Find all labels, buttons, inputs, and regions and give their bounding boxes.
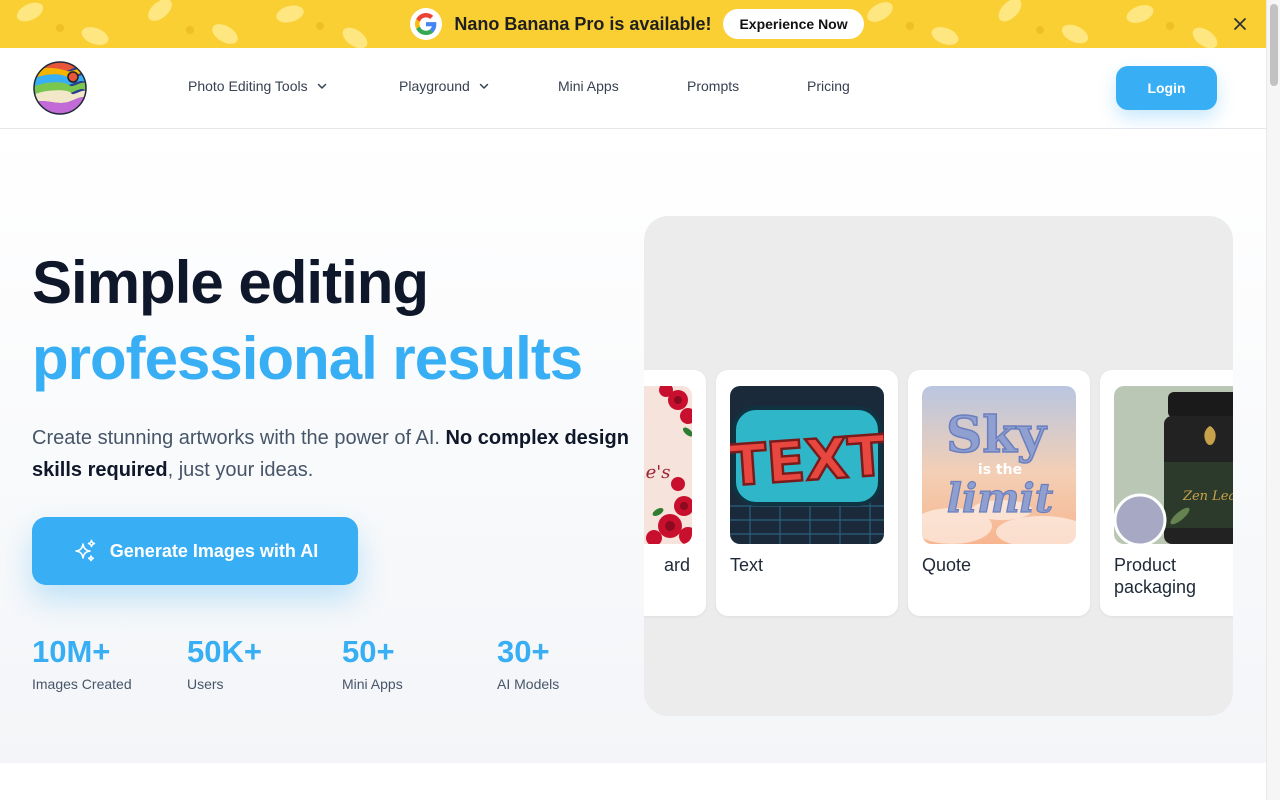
card-image: Zen Leaf	[1114, 386, 1233, 544]
promo-banner: Nano Banana Pro is available! Experience…	[0, 0, 1266, 48]
nav-playground[interactable]: Playground	[399, 78, 490, 94]
card-image-text: Zen Leaf	[1182, 489, 1233, 504]
stat-value: 50K+	[187, 634, 262, 669]
chevron-down-icon	[317, 83, 326, 89]
stats-row: 10M+ Images Created 50K+ Users 50+ Mini …	[32, 633, 652, 692]
cta-label: Generate Images with AI	[109, 540, 319, 561]
chevron-down-icon	[479, 83, 489, 89]
hero-section: Simple editing professional results Crea…	[0, 129, 1266, 763]
nav-label: Mini Apps	[558, 78, 619, 94]
stat-value: 10M+	[32, 634, 111, 669]
generate-images-button[interactable]: Generate Images with AI	[32, 517, 358, 585]
quote-word-sky: Sky	[946, 405, 1048, 464]
hero-headline: Simple editing professional results	[32, 245, 583, 397]
showcase-carousel[interactable]: ne's ard TEXT Text	[644, 216, 1233, 716]
nav-photo-editing-tools[interactable]: Photo Editing Tools	[188, 78, 328, 94]
quote-word-limit: limit	[947, 475, 1054, 522]
headline-line-1: Simple editing	[32, 249, 429, 316]
stat-users: 50K+ Users	[187, 633, 342, 692]
card-image-text: TEXT	[730, 424, 884, 500]
scrollbar-thumb[interactable]	[1270, 4, 1278, 86]
stat-mini-apps: 50+ Mini Apps	[342, 633, 497, 692]
stat-label: Images Created	[32, 676, 132, 692]
logo[interactable]	[33, 61, 87, 115]
promo-text: Nano Banana Pro is available!	[454, 13, 712, 34]
card-image: Sky is the limit	[922, 386, 1076, 544]
headline-line-2: professional results	[32, 325, 583, 392]
nav-label: Prompts	[687, 78, 740, 94]
showcase-card-quote[interactable]: Sky is the limit Quote	[908, 370, 1090, 616]
stat-value: 30+	[497, 634, 550, 669]
page-scrollbar[interactable]	[1266, 0, 1280, 800]
card-label: Text	[730, 555, 764, 575]
nav-label: Photo Editing Tools	[188, 78, 308, 94]
card-image: ne's	[644, 386, 692, 544]
stat-images-created: 10M+ Images Created	[32, 633, 187, 692]
subtext-part-1: Create stunning artworks with the power …	[32, 427, 446, 449]
nav-mini-apps[interactable]: Mini Apps	[558, 78, 619, 94]
subtext-part-2: , just your ideas.	[167, 459, 314, 481]
showcase-card-text[interactable]: TEXT Text	[716, 370, 898, 616]
showcase-card-card[interactable]: ne's ard	[644, 370, 706, 616]
google-icon	[410, 8, 443, 40]
nav-prompts[interactable]: Prompts	[687, 78, 739, 94]
navbar: Photo Editing Tools Playground Mini Apps…	[0, 48, 1266, 129]
card-label: Quote	[922, 555, 972, 575]
next-section	[0, 763, 1266, 800]
hero-subtext: Create stunning artworks with the power …	[32, 422, 632, 486]
nav-pricing[interactable]: Pricing	[807, 78, 850, 94]
nav-label: Pricing	[807, 78, 850, 94]
stat-ai-models: 30+ AI Models	[497, 633, 652, 692]
stat-value: 50+	[342, 634, 395, 669]
close-icon[interactable]	[1230, 14, 1250, 34]
stat-label: AI Models	[497, 676, 560, 692]
nav-label: Playground	[399, 78, 470, 94]
card-image: TEXT	[730, 386, 884, 544]
card-label: Product packaging	[1114, 555, 1197, 597]
sparkles-icon	[74, 539, 96, 562]
stat-label: Users	[187, 676, 224, 692]
showcase-card-product-packaging[interactable]: Zen Leaf Product packaging	[1100, 370, 1233, 616]
stat-label: Mini Apps	[342, 676, 403, 692]
login-button[interactable]: Login	[1116, 66, 1217, 110]
experience-now-button[interactable]: Experience Now	[723, 9, 864, 39]
card-image-text: ne's	[644, 462, 670, 483]
